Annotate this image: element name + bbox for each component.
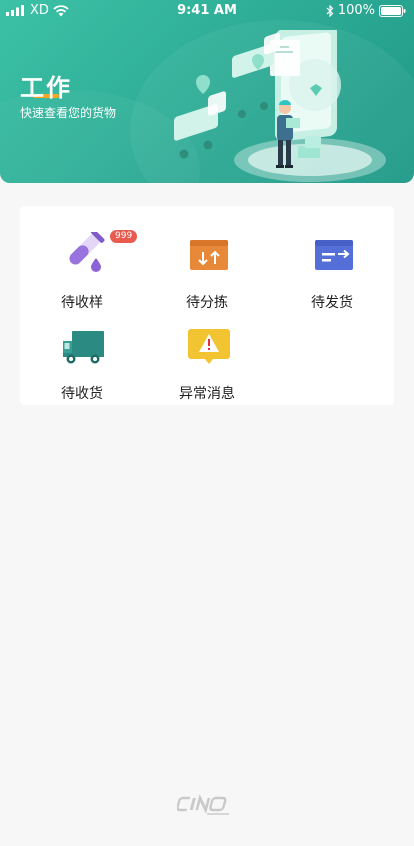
page-title: 工作 [20, 74, 72, 102]
sort-box-icon [190, 240, 228, 270]
task-label: 待收货 [61, 386, 103, 402]
task-item-pending-sort[interactable]: 待分拣 [157, 218, 257, 311]
brand-logo [177, 794, 229, 815]
task-item-pending-receive[interactable]: 待收货 [32, 309, 132, 402]
notification-badge: 999 [110, 230, 138, 243]
truck-icon [63, 331, 104, 364]
test-tube-icon [69, 232, 105, 272]
battery-icon [379, 4, 406, 17]
battery-percent: 100% [337, 3, 375, 18]
status-bar: XD 9:41 AM 100% [0, 0, 414, 22]
delivery-illustration [174, 30, 386, 182]
page-subtitle: 快速查看您的货物 [20, 106, 117, 120]
task-label: 待发货 [311, 295, 353, 311]
task-item-pending-ship[interactable]: 待发货 [282, 218, 382, 311]
header-banner: XD 9:41 AM 100% 工作 快速查看您的货物 [0, 0, 414, 183]
task-item-pending-sample[interactable]: 999 待收样 [32, 218, 138, 311]
task-grid: 999 待收样 待分拣 待发货 待收货 异常消息 [20, 206, 394, 405]
bluetooth-icon [326, 4, 334, 17]
task-label: 异常消息 [179, 386, 235, 402]
task-item-exception-message[interactable]: 异常消息 [157, 309, 257, 402]
ship-box-icon [315, 240, 353, 270]
warning-message-icon [188, 329, 230, 364]
